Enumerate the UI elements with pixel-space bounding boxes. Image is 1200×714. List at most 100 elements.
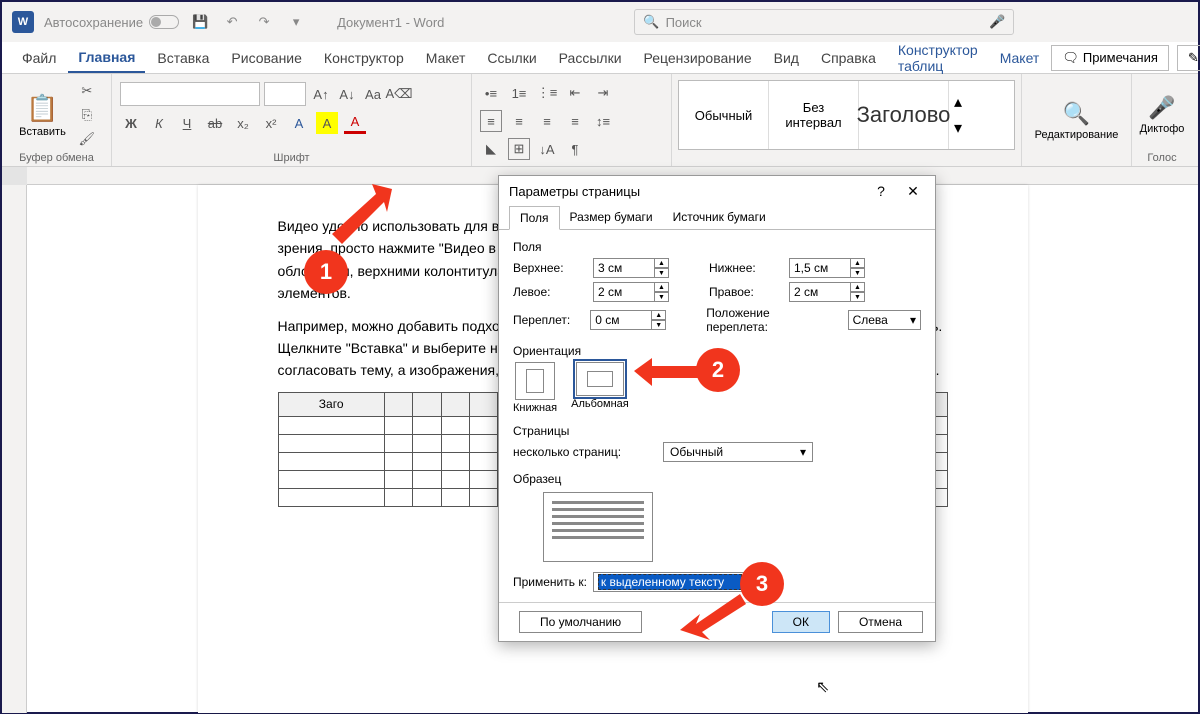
table-header[interactable] xyxy=(469,392,497,416)
table-header[interactable]: Заго xyxy=(278,392,384,416)
tab-references[interactable]: Ссылки xyxy=(477,44,546,72)
editing-button[interactable]: ✎ Редактиро xyxy=(1177,45,1200,71)
clipboard-group-label: Буфер обмена xyxy=(10,152,103,164)
top-margin-input[interactable]: ▲▼ xyxy=(593,258,669,278)
table-header[interactable] xyxy=(441,392,469,416)
bottom-margin-label: Нижнее: xyxy=(709,261,769,275)
justify-icon[interactable]: ≡ xyxy=(564,110,586,132)
font-group-label: Шрифт xyxy=(120,152,463,164)
copy-icon[interactable]: ⎘ xyxy=(76,104,98,126)
search-input[interactable]: 🔍 Поиск 🎤 xyxy=(634,9,1014,35)
italic-button[interactable]: К xyxy=(148,112,170,134)
tab-review[interactable]: Рецензирование xyxy=(634,44,762,72)
autosave-toggle[interactable]: Автосохранение xyxy=(44,15,179,30)
tab-table-design[interactable]: Конструктор таблиц xyxy=(888,36,988,80)
tab-help[interactable]: Справка xyxy=(811,44,886,72)
format-painter-icon[interactable]: 🖌 xyxy=(76,128,98,150)
tab-file[interactable]: Файл xyxy=(12,44,66,72)
default-button[interactable]: По умолчанию xyxy=(519,611,642,633)
tab-mailings[interactable]: Рассылки xyxy=(549,44,632,72)
cancel-button[interactable]: Отмена xyxy=(838,611,923,633)
tab-margins[interactable]: Поля xyxy=(509,206,560,230)
left-margin-input[interactable]: ▲▼ xyxy=(593,282,669,302)
table-header[interactable] xyxy=(413,392,441,416)
bottom-margin-input[interactable]: ▲▼ xyxy=(789,258,865,278)
subscript-button[interactable]: x₂ xyxy=(232,112,254,134)
orientation-portrait[interactable]: Книжная xyxy=(513,362,557,414)
redo-icon[interactable]: ↷ xyxy=(253,11,275,33)
gutter-input[interactable]: ▲▼ xyxy=(590,310,666,330)
search-placeholder: Поиск xyxy=(666,15,702,30)
page-setup-dialog: Параметры страницы ? ✕ Поля Размер бумаг… xyxy=(498,175,936,642)
multilevel-icon[interactable]: ⋮≡ xyxy=(536,82,558,104)
tab-layout[interactable]: Макет xyxy=(416,44,476,72)
align-right-icon[interactable]: ≡ xyxy=(536,110,558,132)
annotation-3: 3 xyxy=(740,562,784,606)
font-color-icon[interactable]: A xyxy=(344,112,366,134)
vertical-ruler[interactable] xyxy=(2,185,27,713)
styles-down-icon[interactable]: ▾ xyxy=(954,118,962,138)
apply-to-select[interactable]: к выделенному тексту▾ xyxy=(593,572,753,592)
change-case-icon[interactable]: Aa xyxy=(362,83,384,105)
style-no-spacing[interactable]: Без интервал xyxy=(769,81,859,149)
font-size-input[interactable] xyxy=(264,82,306,106)
undo-icon[interactable]: ↶ xyxy=(221,11,243,33)
bullets-icon[interactable]: •≡ xyxy=(480,82,502,104)
editing-menu[interactable]: 🔍 Редактирование xyxy=(1031,97,1123,145)
tab-view[interactable]: Вид xyxy=(764,44,809,72)
numbering-icon[interactable]: 1≡ xyxy=(508,82,530,104)
highlight-icon[interactable]: A xyxy=(316,112,338,134)
toggle-icon[interactable] xyxy=(149,15,179,29)
tab-paper[interactable]: Размер бумаги xyxy=(560,206,663,229)
orientation-landscape[interactable]: Альбомная xyxy=(571,362,629,414)
align-center-icon[interactable]: ≡ xyxy=(508,110,530,132)
sort-icon[interactable]: ↓A xyxy=(536,138,558,160)
right-margin-input[interactable]: ▲▼ xyxy=(789,282,865,302)
close-button[interactable]: ✕ xyxy=(901,179,925,203)
underline-button[interactable]: Ч xyxy=(176,112,198,134)
comments-button[interactable]: 🗨 Примечания xyxy=(1051,45,1169,71)
annotation-1: 1 xyxy=(304,250,348,294)
gutter-pos-select[interactable]: Слева▾ xyxy=(848,310,921,330)
paste-button[interactable]: 📋 Вставить xyxy=(15,89,70,142)
tab-insert[interactable]: Вставка xyxy=(147,44,219,72)
dictate-button[interactable]: 🎤 Диктофо xyxy=(1136,91,1189,139)
tab-table-layout[interactable]: Макет xyxy=(990,44,1050,72)
style-normal[interactable]: Обычный xyxy=(679,81,769,149)
table-header[interactable] xyxy=(384,392,412,416)
tab-source[interactable]: Источник бумаги xyxy=(663,206,776,229)
line-spacing-icon[interactable]: ↕≡ xyxy=(592,110,614,132)
superscript-button[interactable]: x² xyxy=(260,112,282,134)
right-margin-label: Правое: xyxy=(709,285,769,299)
word-logo-icon: W xyxy=(12,11,34,33)
mic-icon[interactable]: 🎤 xyxy=(989,14,1005,30)
ribbon-tabs: Файл Главная Вставка Рисование Конструкт… xyxy=(2,42,1198,74)
pages-section-label: Страницы xyxy=(513,424,921,438)
tab-draw[interactable]: Рисование xyxy=(221,44,312,72)
indent-right-icon[interactable]: ⇥ xyxy=(592,82,614,104)
shading-icon[interactable]: ◣ xyxy=(480,138,502,160)
strike-button[interactable]: ab xyxy=(204,112,226,134)
tab-home[interactable]: Главная xyxy=(68,43,145,73)
styles-gallery[interactable]: Обычный Без интервал Заголово ▴ ▾ xyxy=(678,80,1015,150)
tab-design[interactable]: Конструктор xyxy=(314,44,414,72)
increase-font-icon[interactable]: A↑ xyxy=(310,83,332,105)
styles-up-icon[interactable]: ▴ xyxy=(954,92,962,112)
align-left-icon[interactable]: ≡ xyxy=(480,110,502,132)
qat-more-icon[interactable]: ▾ xyxy=(285,11,307,33)
clear-format-icon[interactable]: A⌫ xyxy=(388,83,410,105)
borders-icon[interactable]: ⊞ xyxy=(508,138,530,160)
ok-button[interactable]: ОК xyxy=(772,611,830,633)
style-heading1[interactable]: Заголово xyxy=(859,81,949,149)
show-marks-icon[interactable]: ¶ xyxy=(564,138,586,160)
gutter-pos-label: Положение переплета: xyxy=(706,306,827,334)
decrease-font-icon[interactable]: A↓ xyxy=(336,83,358,105)
indent-left-icon[interactable]: ⇤ xyxy=(564,82,586,104)
help-button[interactable]: ? xyxy=(869,179,893,203)
text-effects-icon[interactable]: A xyxy=(288,112,310,134)
bold-button[interactable]: Ж xyxy=(120,112,142,134)
cut-icon[interactable]: ✂ xyxy=(76,80,98,102)
save-icon[interactable]: 💾 xyxy=(189,11,211,33)
multiple-pages-select[interactable]: Обычный▾ xyxy=(663,442,813,462)
font-name-input[interactable] xyxy=(120,82,260,106)
